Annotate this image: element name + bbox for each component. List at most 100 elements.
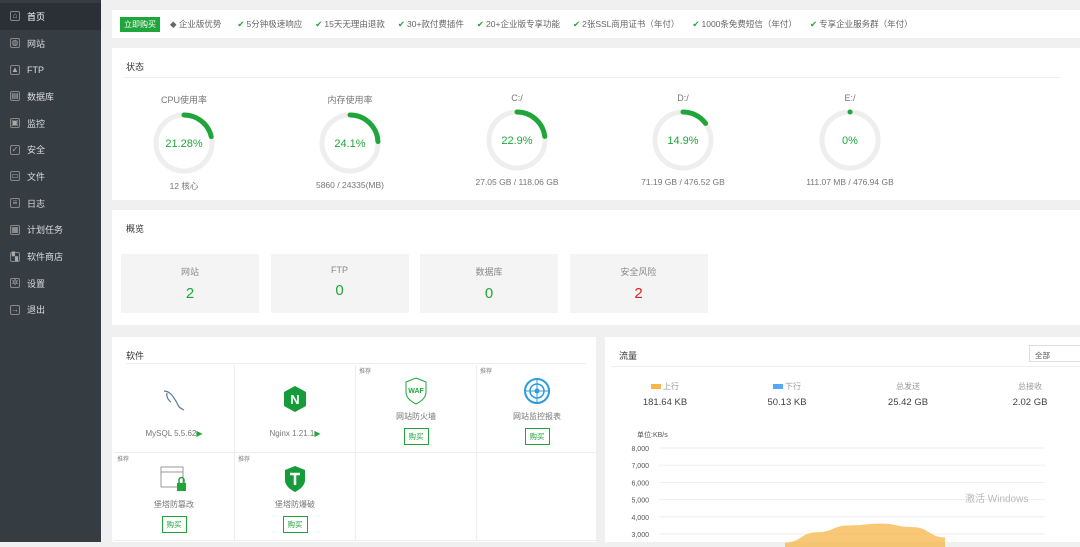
stat-label-text: 上行 bbox=[663, 382, 679, 391]
svg-text:WAF: WAF bbox=[408, 388, 424, 395]
software-name: 堡塔防篡改 bbox=[114, 499, 234, 510]
sidebar-item-4[interactable]: ▣ 监控 bbox=[0, 110, 101, 137]
buy-button[interactable]: 购买 bbox=[282, 516, 308, 533]
buy-now-button[interactable]: 立即购买 bbox=[120, 16, 160, 32]
y-tick-label: 8,000 bbox=[631, 446, 649, 453]
traffic-stat: 总发送 25.42 GB bbox=[858, 381, 958, 408]
legend-swatch bbox=[773, 384, 783, 390]
overview-title: 概览 bbox=[126, 224, 145, 234]
traffic-filter-select[interactable]: 全部 bbox=[1029, 345, 1080, 362]
sidebar-item-5[interactable]: ✓ 安全 bbox=[0, 136, 101, 163]
stat-label-text: 总发送 bbox=[896, 382, 920, 391]
gear-icon: ✲ bbox=[10, 278, 20, 289]
software-name: 堡塔防爆破 bbox=[235, 499, 355, 510]
sidebar-item-1[interactable]: ◍ 网站 bbox=[0, 30, 101, 57]
stat-value: 2.02 GB bbox=[1012, 397, 1048, 408]
stat-label: 总发送 bbox=[858, 381, 958, 392]
sidebar-item-label: 设置 bbox=[27, 278, 46, 289]
card-value: 2 bbox=[185, 285, 195, 302]
y-tick-label: 5,000 bbox=[631, 498, 649, 505]
software-item[interactable]: N Nginx 1.21.1▶ bbox=[235, 365, 356, 453]
card-label: 数据库 bbox=[475, 267, 503, 277]
gauge-value: 22.9% bbox=[501, 135, 532, 147]
sidebar-item-3[interactable]: ▤ 数据库 bbox=[0, 83, 101, 110]
check-icon: ✔ bbox=[572, 19, 581, 29]
gauge-label: CPU使用率 bbox=[160, 95, 207, 105]
gauge[interactable]: E:/ 0% 111.07 MB / 476.94 GB bbox=[790, 93, 910, 187]
card-value: 0 bbox=[484, 285, 494, 302]
feature-item: ✔ 5分钟极速响应 bbox=[237, 18, 302, 30]
gauge[interactable]: D:/ 14.9% 71.19 GB / 476.52 GB bbox=[623, 93, 743, 187]
stat-value: 181.64 KB bbox=[642, 397, 688, 408]
gauge-detail: 71.19 GB / 476.52 GB bbox=[641, 177, 725, 187]
card-value: 0 bbox=[335, 282, 344, 299]
mysql-icon bbox=[114, 385, 234, 415]
overview-card[interactable]: 网站 2 bbox=[121, 254, 259, 313]
software-name-text: MySQL 5.5.62 bbox=[145, 429, 197, 438]
sidebar-item-10[interactable]: ✲ 设置 bbox=[0, 270, 101, 297]
software-item[interactable]: 推荐 网站监控报表 购买 bbox=[477, 365, 598, 453]
card-label: 网站 bbox=[180, 267, 199, 277]
check-icon: ✔ bbox=[237, 19, 245, 29]
software-name-text: Nginx 1.21.1 bbox=[269, 429, 315, 438]
software-item[interactable]: MySQL 5.5.62▶ bbox=[114, 365, 235, 453]
buy-button[interactable]: 购买 bbox=[161, 516, 187, 533]
play-icon[interactable]: ▶ bbox=[314, 429, 320, 438]
database-icon: ▤ bbox=[10, 91, 20, 102]
gauge-label: D:/ bbox=[677, 93, 689, 103]
software-name-text: 网站防火墙 bbox=[396, 412, 436, 421]
software-item[interactable]: 推荐 堡塔防爆破 购买 bbox=[235, 453, 356, 541]
recommend-tag: 推荐 bbox=[359, 369, 372, 375]
traffic-stat: 下行 50.13 KB bbox=[737, 381, 837, 408]
software-item[interactable]: 推荐 WAF 网站防火墙购买 bbox=[356, 365, 477, 453]
calendar-icon: ▦ bbox=[10, 224, 20, 235]
sidebar-item-label: 软件商店 bbox=[27, 252, 64, 263]
enterprise-advantage[interactable]: ◆ 企业版优势 bbox=[170, 18, 221, 30]
gauge-label: C:/ bbox=[511, 93, 523, 103]
empty-slot bbox=[477, 453, 598, 541]
feature-label: 30+款付费插件 bbox=[407, 19, 464, 29]
buy-button[interactable]: 购买 bbox=[524, 428, 550, 445]
y-tick-label: 7,000 bbox=[631, 463, 649, 470]
overview-card[interactable]: FTP 0 bbox=[270, 254, 409, 313]
home-icon: ⌂ bbox=[10, 11, 20, 22]
y-tick-label: 4,000 bbox=[631, 515, 649, 522]
recommend-tag: 推荐 bbox=[117, 457, 130, 463]
sidebar-item-9[interactable]: ▚ 软件商店 bbox=[0, 243, 101, 270]
y-tick-label: 6,000 bbox=[631, 480, 649, 487]
play-icon[interactable]: ▶ bbox=[196, 429, 202, 438]
gauge[interactable]: C:/ 22.9% 27.05 GB / 118.06 GB bbox=[457, 93, 577, 187]
gauge[interactable]: 内存使用率 24.1% 5860 / 24335(MB) bbox=[290, 93, 410, 190]
feature-label: 15天无理由退款 bbox=[324, 19, 385, 29]
gauge-ring: 14.9% bbox=[652, 109, 714, 171]
traffic-stat: 上行 181.64 KB bbox=[615, 381, 715, 408]
gauge[interactable]: CPU使用率 21.28% 12 核心 bbox=[124, 93, 244, 192]
sidebar-item-0[interactable]: ⌂ 首页 bbox=[0, 3, 101, 30]
card-label: FTP bbox=[331, 265, 348, 275]
status-title: 状态 bbox=[126, 62, 145, 72]
check-icon: ✔ bbox=[809, 19, 818, 29]
nginx-icon: N bbox=[235, 385, 355, 415]
overview-card[interactable]: 数据库 0 bbox=[420, 254, 558, 313]
stat-label-text: 下行 bbox=[785, 382, 801, 391]
sidebar-item-6[interactable]: ▭ 文件 bbox=[0, 163, 101, 190]
buy-button[interactable]: 购买 bbox=[403, 428, 429, 445]
overview-card[interactable]: 安全风险 2 bbox=[569, 254, 708, 313]
sidebar-item-11[interactable]: → 退出 bbox=[0, 297, 101, 324]
y-tick-label: 3,000 bbox=[631, 532, 649, 539]
gauge-ring: 0% bbox=[819, 109, 881, 171]
stat-label: 下行 bbox=[737, 381, 837, 392]
sidebar-item-label: FTP bbox=[27, 64, 44, 75]
sidebar-item-label: 文件 bbox=[27, 171, 46, 182]
legend-swatch bbox=[651, 384, 661, 390]
stat-label: 上行 bbox=[615, 381, 715, 392]
sidebar-item-7[interactable]: ≡ 日志 bbox=[0, 190, 101, 217]
software-name-text: 堡塔防爆破 bbox=[275, 500, 315, 509]
check-icon: ✔ bbox=[397, 19, 405, 29]
software-item[interactable]: 推荐堡塔防篡改购买 bbox=[114, 453, 235, 541]
feature-label: 20+企业版专享功能 bbox=[486, 19, 560, 29]
sidebar-item-2[interactable]: ▲ FTP bbox=[0, 56, 101, 83]
tamper-proof-icon bbox=[114, 465, 234, 495]
sidebar-item-8[interactable]: ▦ 计划任务 bbox=[0, 217, 101, 244]
gauge-value: 14.9% bbox=[667, 135, 698, 147]
